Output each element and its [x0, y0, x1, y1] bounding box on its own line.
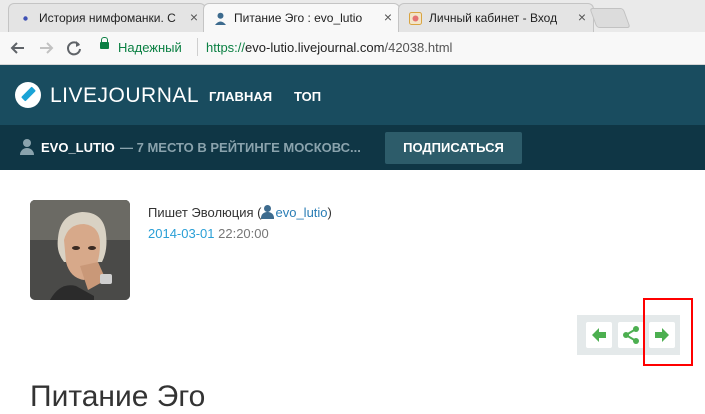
previous-post-button[interactable] [586, 322, 612, 348]
url-text[interactable]: https://evo-lutio.livejournal.com/42038.… [206, 40, 452, 55]
tab-label: Питание Эго : evo_lutio [234, 11, 363, 25]
highlight-box [643, 298, 693, 366]
share-button[interactable] [618, 322, 644, 348]
forward-icon[interactable] [34, 36, 58, 60]
user-icon[interactable] [261, 205, 275, 219]
site-header: LIVEJOURNAL ГЛАВНАЯ ТОП [0, 65, 705, 125]
back-icon[interactable] [6, 36, 30, 60]
omnibox[interactable]: Надежный https://evo-lutio.livejournal.c… [96, 36, 705, 60]
author-suffix: ) [327, 205, 332, 220]
tab-story[interactable]: История нимфоманки. С × [8, 3, 206, 32]
close-icon[interactable]: × [384, 9, 392, 25]
tab-favicon-icon [19, 12, 32, 25]
tab-cabinet[interactable]: Личный кабинет - Вход × [398, 3, 594, 32]
nav-main[interactable]: ГЛАВНАЯ [209, 89, 272, 104]
tab-label: Личный кабинет - Вход [429, 11, 558, 25]
livejournal-logo-icon[interactable] [15, 82, 41, 108]
user-icon [20, 139, 34, 155]
nav-top[interactable]: ТОП [294, 89, 321, 104]
journal-username[interactable]: EVO_LUTIO [41, 140, 115, 155]
url-protocol: https:// [206, 40, 246, 55]
address-bar-row: Надежный https://evo-lutio.livejournal.c… [0, 32, 705, 65]
tab-strip: История нимфоманки. С × Питание Эго : ev… [0, 0, 705, 33]
user-icon [214, 12, 227, 25]
tab-favicon-icon [409, 12, 422, 25]
author-link[interactable]: evo_lutio [275, 205, 327, 220]
share-icon [623, 326, 639, 344]
omnibox-divider [197, 38, 198, 56]
close-icon[interactable]: × [190, 9, 198, 25]
reload-icon[interactable] [62, 36, 86, 60]
arrow-left-icon [592, 328, 606, 342]
tab-pitanie-ego[interactable]: Питание Эго : evo_lutio × [203, 3, 400, 33]
site-logo-text[interactable]: LIVEJOURNAL [50, 84, 199, 108]
post-date: 2014-03-01 22:20:00 [148, 226, 269, 241]
post-date-link[interactable]: 2014-03-01 [148, 226, 215, 241]
url-path: /42038.html [384, 40, 453, 55]
close-icon[interactable]: × [578, 9, 586, 25]
subscribe-button[interactable]: ПОДПИСАТЬСЯ [385, 132, 522, 164]
new-tab-button[interactable] [589, 8, 631, 28]
author-prefix: Пишет Эволюция ( [148, 205, 262, 220]
post-title: Питание Эго [30, 380, 206, 413]
post-time: 22:20:00 [218, 226, 269, 241]
secure-label: Надежный [118, 40, 182, 55]
journal-bar: EVO_LUTIO — 7 МЕСТО В РЕЙТИНГЕ МОСКОВС..… [0, 125, 705, 170]
lock-icon [100, 37, 109, 49]
tab-label: История нимфоманки. С [39, 11, 176, 25]
journal-rank: — 7 МЕСТО В РЕЙТИНГЕ МОСКОВС... [120, 140, 361, 155]
avatar [30, 200, 130, 300]
post-author-line: Пишет Эволюция ( evo_lutio) [148, 205, 332, 220]
url-host: evo-lutio.livejournal.com [245, 40, 385, 55]
